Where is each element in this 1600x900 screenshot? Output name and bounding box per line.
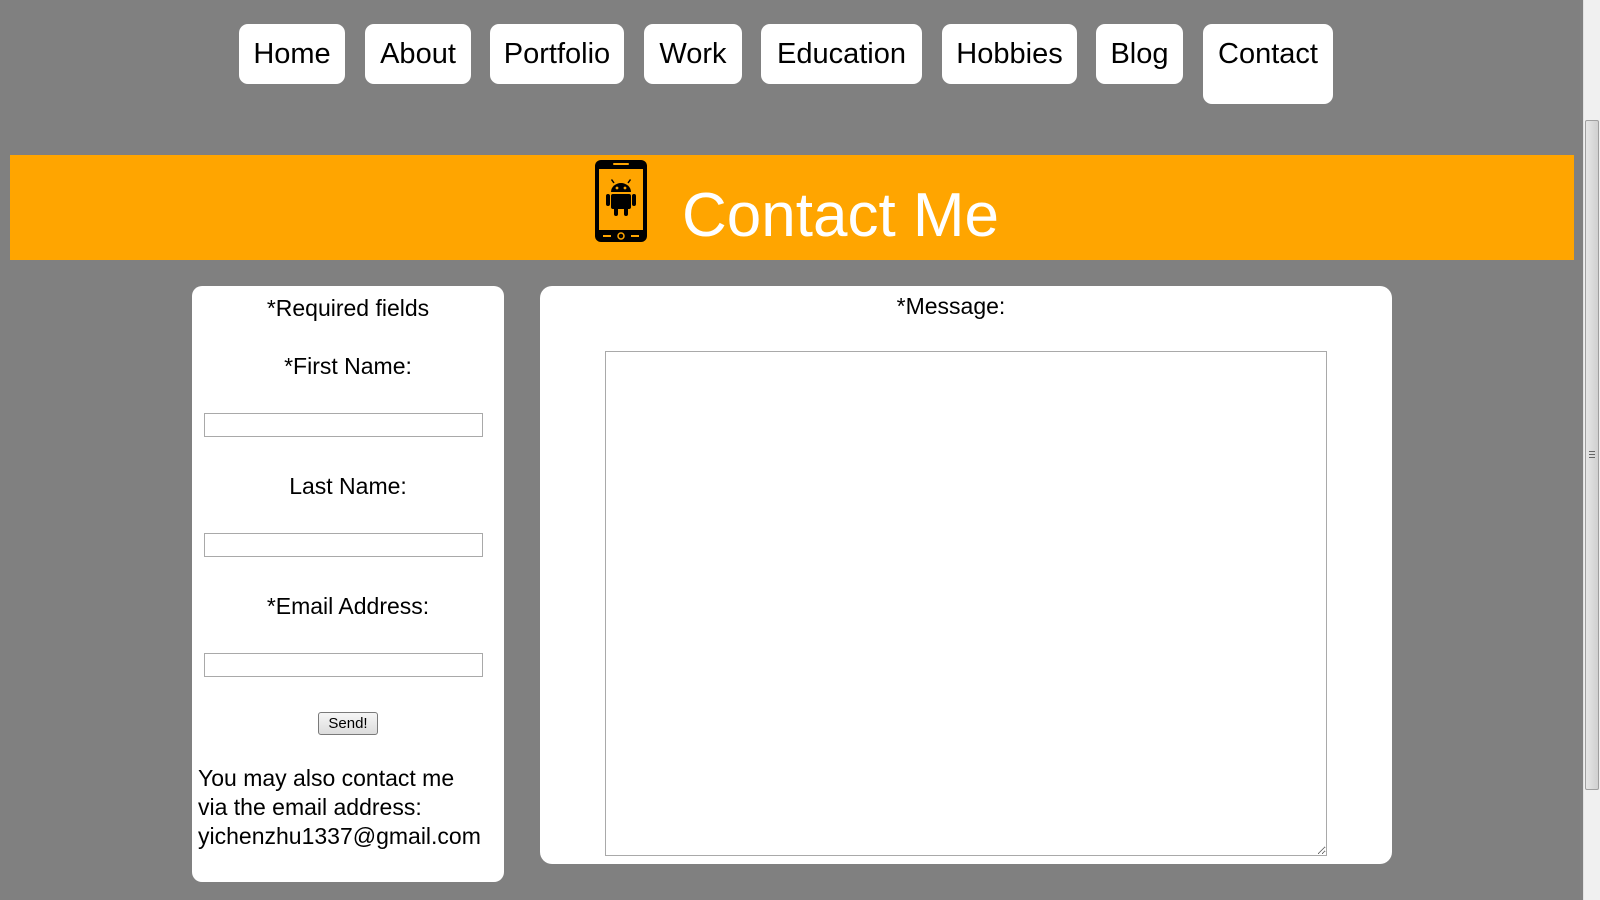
message-textarea[interactable] [605, 351, 1327, 856]
nav-education[interactable]: Education [761, 24, 922, 84]
first-name-label: *First Name: [284, 353, 412, 379]
nav-portfolio[interactable]: Portfolio [490, 24, 624, 84]
contact-email-text: yichenzhu1337@gmail.com [198, 823, 481, 849]
page: Home About Portfolio Work Education Hobb… [0, 0, 1600, 900]
nav-hobbies[interactable]: Hobbies [942, 24, 1077, 84]
message-label: *Message: [896, 293, 1006, 319]
email-label: *Email Address: [266, 593, 430, 619]
contact-note: You may also contact me via the email ad… [198, 764, 518, 851]
message-panel: *Message: [540, 286, 1392, 864]
first-name-field[interactable] [204, 413, 483, 437]
vertical-scrollbar[interactable] [1583, 0, 1600, 900]
nav-work[interactable]: Work [644, 24, 742, 84]
nav-blog[interactable]: Blog [1096, 24, 1183, 84]
last-name-label: Last Name: [289, 473, 407, 499]
required-fields-note: *Required fields [266, 295, 430, 321]
send-button[interactable]: Send! [318, 712, 378, 735]
page-title: Contact Me [682, 181, 1000, 250]
page-banner: Contact Me [10, 155, 1574, 260]
top-nav: Home About Portfolio Work Education Hobb… [0, 24, 1583, 110]
scrollbar-thumb[interactable] [1585, 120, 1599, 790]
contact-note-line1: You may also contact me [198, 765, 455, 791]
nav-about[interactable]: About [365, 24, 471, 84]
grip-icon [1589, 451, 1595, 458]
email-field[interactable] [204, 653, 483, 677]
nav-home[interactable]: Home [239, 24, 345, 84]
nav-contact[interactable]: Contact [1203, 24, 1333, 104]
contact-form-panel: *Required fields *First Name: Last Name:… [192, 286, 504, 882]
contact-note-line2: via the email address: [198, 794, 422, 820]
android-phone-icon [595, 160, 647, 242]
last-name-field[interactable] [204, 533, 483, 557]
